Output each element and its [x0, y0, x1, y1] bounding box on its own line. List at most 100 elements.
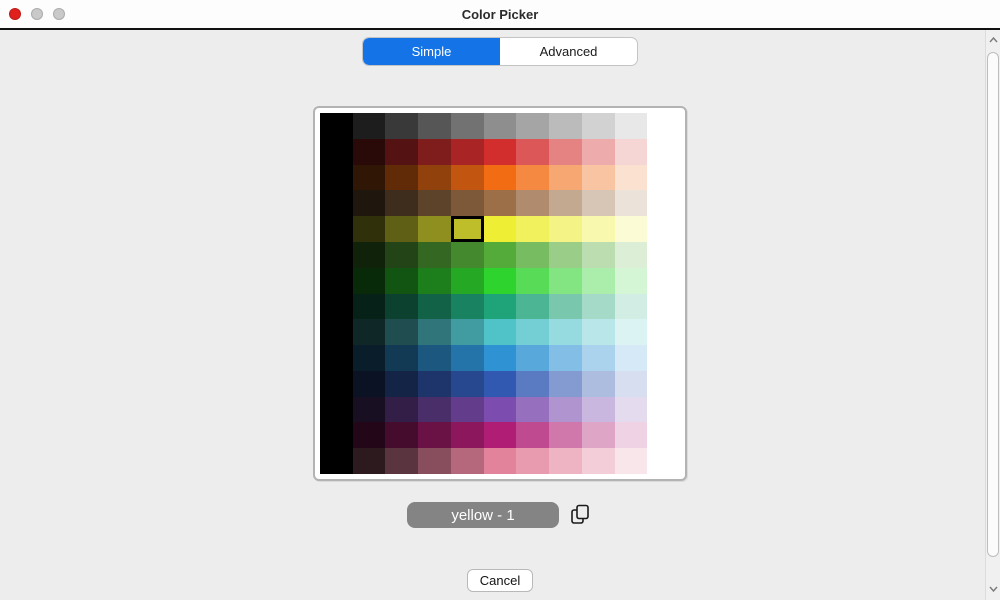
color-swatch[interactable] [353, 139, 386, 165]
color-swatch[interactable] [484, 422, 517, 448]
color-swatch[interactable] [647, 268, 680, 294]
color-swatch[interactable] [516, 397, 549, 423]
color-swatch[interactable] [320, 448, 353, 474]
color-swatch[interactable] [451, 165, 484, 191]
color-swatch[interactable] [320, 268, 353, 294]
color-swatch[interactable] [353, 397, 386, 423]
color-swatch[interactable] [418, 345, 451, 371]
color-swatch[interactable] [451, 294, 484, 320]
color-swatch[interactable] [385, 422, 418, 448]
color-swatch[interactable] [484, 345, 517, 371]
color-swatch[interactable] [353, 371, 386, 397]
color-swatch[interactable] [484, 371, 517, 397]
color-swatch[interactable] [385, 139, 418, 165]
color-swatch[interactable] [418, 319, 451, 345]
color-swatch[interactable] [615, 448, 648, 474]
color-swatch[interactable] [582, 190, 615, 216]
color-swatch[interactable] [320, 113, 353, 139]
color-swatch[interactable] [647, 113, 680, 139]
color-swatch[interactable] [320, 397, 353, 423]
color-swatch[interactable] [582, 345, 615, 371]
scroll-down-icon[interactable] [986, 582, 1000, 596]
color-swatch[interactable] [647, 371, 680, 397]
color-swatch[interactable] [549, 268, 582, 294]
color-swatch[interactable] [484, 268, 517, 294]
color-swatch[interactable] [451, 190, 484, 216]
color-swatch[interactable] [320, 165, 353, 191]
color-swatch[interactable] [516, 190, 549, 216]
color-swatch[interactable] [385, 165, 418, 191]
color-swatch[interactable] [451, 448, 484, 474]
color-swatch[interactable] [451, 345, 484, 371]
color-swatch[interactable] [516, 448, 549, 474]
color-swatch[interactable] [484, 113, 517, 139]
color-swatch[interactable] [549, 242, 582, 268]
color-swatch[interactable] [516, 345, 549, 371]
color-swatch[interactable] [549, 190, 582, 216]
color-swatch[interactable] [615, 268, 648, 294]
color-swatch[interactable] [615, 242, 648, 268]
color-swatch[interactable] [549, 371, 582, 397]
color-swatch[interactable] [451, 268, 484, 294]
color-swatch[interactable] [615, 113, 648, 139]
color-swatch[interactable] [353, 190, 386, 216]
color-swatch[interactable] [385, 371, 418, 397]
color-swatch[interactable] [385, 345, 418, 371]
color-swatch[interactable] [484, 139, 517, 165]
color-swatch[interactable] [582, 139, 615, 165]
color-swatch[interactable] [320, 319, 353, 345]
color-swatch[interactable] [615, 397, 648, 423]
color-swatch[interactable] [320, 345, 353, 371]
color-swatch[interactable] [647, 319, 680, 345]
color-swatch[interactable] [320, 422, 353, 448]
color-swatch[interactable] [582, 113, 615, 139]
color-swatch[interactable] [418, 139, 451, 165]
color-swatch[interactable] [516, 139, 549, 165]
color-swatch[interactable] [549, 165, 582, 191]
color-swatch[interactable] [549, 139, 582, 165]
color-swatch[interactable] [647, 397, 680, 423]
color-swatch[interactable] [353, 422, 386, 448]
color-swatch[interactable] [320, 294, 353, 320]
cancel-button[interactable]: Cancel [467, 569, 533, 592]
color-swatch[interactable] [647, 422, 680, 448]
color-swatch[interactable] [516, 268, 549, 294]
color-swatch[interactable] [582, 397, 615, 423]
color-swatch[interactable] [484, 165, 517, 191]
color-swatch[interactable] [353, 242, 386, 268]
color-swatch[interactable] [484, 216, 517, 242]
scrollbar-thumb[interactable] [987, 52, 999, 557]
color-swatch[interactable] [516, 113, 549, 139]
color-swatch[interactable] [516, 294, 549, 320]
scroll-up-icon[interactable] [986, 33, 1000, 47]
color-swatch[interactable] [516, 165, 549, 191]
color-swatch[interactable] [451, 113, 484, 139]
color-swatch[interactable] [549, 319, 582, 345]
color-swatch[interactable] [418, 113, 451, 139]
selected-swatch[interactable] [451, 216, 484, 242]
color-swatch[interactable] [647, 345, 680, 371]
color-swatch[interactable] [549, 448, 582, 474]
color-swatch[interactable] [353, 216, 386, 242]
color-swatch[interactable] [582, 371, 615, 397]
color-swatch[interactable] [451, 319, 484, 345]
color-swatch[interactable] [353, 294, 386, 320]
color-swatch[interactable] [549, 397, 582, 423]
color-swatch[interactable] [484, 190, 517, 216]
color-swatch[interactable] [451, 422, 484, 448]
color-swatch[interactable] [418, 165, 451, 191]
color-swatch[interactable] [385, 216, 418, 242]
color-swatch[interactable] [451, 397, 484, 423]
color-swatch[interactable] [418, 422, 451, 448]
close-button[interactable] [9, 8, 21, 20]
color-swatch[interactable] [385, 268, 418, 294]
color-swatch[interactable] [516, 319, 549, 345]
color-swatch[interactable] [582, 165, 615, 191]
minimize-button[interactable] [31, 8, 43, 20]
color-swatch[interactable] [516, 242, 549, 268]
color-swatch[interactable] [582, 242, 615, 268]
color-swatch[interactable] [582, 294, 615, 320]
selected-color-label-button[interactable]: yellow - 1 [407, 502, 559, 528]
color-swatch[interactable] [615, 165, 648, 191]
color-swatch[interactable] [647, 139, 680, 165]
